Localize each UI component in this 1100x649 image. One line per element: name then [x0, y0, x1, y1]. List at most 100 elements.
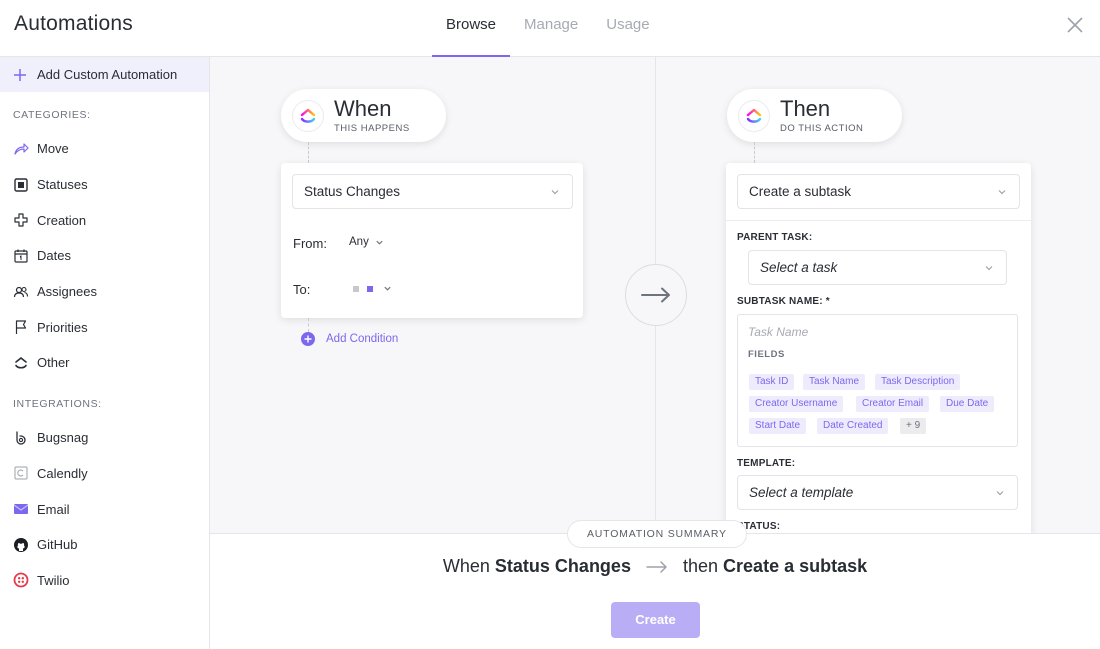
- summary-when-word: When: [442, 556, 490, 576]
- add-condition-button[interactable]: Add Condition: [301, 332, 398, 346]
- page-title: Automations: [14, 12, 133, 35]
- chevron-down-icon: [384, 286, 391, 291]
- subtask-name-label: SUBTASK NAME: *: [737, 296, 830, 307]
- sidebar-item-twilio[interactable]: Twilio: [0, 563, 209, 599]
- sidebar-item-email[interactable]: Email: [0, 491, 209, 527]
- automation-builder-canvas: When THIS HAPPENS Status Changes From: A…: [210, 57, 1100, 533]
- tab-browse[interactable]: Browse: [432, 0, 511, 57]
- field-chip-more[interactable]: + 9: [900, 418, 927, 434]
- connector-line: [308, 142, 309, 163]
- add-custom-automation-button[interactable]: Add Custom Automation: [0, 57, 209, 92]
- action-card: Create a subtask PARENT TASK: Select a t…: [726, 163, 1031, 533]
- field-chip-task-name[interactable]: Task Name: [803, 374, 866, 390]
- fields-label: FIELDS: [748, 349, 785, 360]
- tab-manage[interactable]: Manage: [510, 0, 592, 57]
- flow-arrow: [625, 264, 687, 326]
- sidebar-item-other[interactable]: Other: [0, 345, 209, 381]
- to-status-dropdown[interactable]: [353, 284, 392, 293]
- sidebar-item-label: Bugsnag: [37, 430, 89, 446]
- status-swatch-grey: [353, 285, 359, 292]
- sidebar-item-label: GitHub: [37, 537, 78, 553]
- chevron-down-icon: [998, 190, 1006, 195]
- trigger-select[interactable]: Status Changes: [292, 174, 573, 209]
- twilio-icon: [13, 572, 29, 588]
- sidebar-item-dates[interactable]: Dates: [0, 238, 209, 274]
- tab-bar: Browse Manage Usage: [432, 0, 664, 57]
- field-chip-task-description[interactable]: Task Description: [875, 374, 961, 390]
- template-label: TEMPLATE:: [737, 458, 796, 469]
- plus-circle-icon: [301, 332, 315, 346]
- connector-line: [308, 318, 309, 332]
- sidebar-item-label: Other: [37, 355, 70, 371]
- when-subtitle: THIS HAPPENS: [334, 122, 410, 134]
- sidebar-item-github[interactable]: GitHub: [0, 527, 209, 563]
- summary-text: When Status Changes then Create a subtas…: [210, 556, 1100, 577]
- add-custom-automation-label: Add Custom Automation: [37, 67, 178, 82]
- parent-task-select[interactable]: Select a task: [748, 250, 1007, 285]
- sidebar: Add Custom Automation CATEGORIES: Move S…: [0, 57, 210, 649]
- categories-heading: CATEGORIES:: [13, 109, 91, 121]
- trigger-select-value: Status Changes: [304, 184, 401, 199]
- from-status-dropdown[interactable]: Any: [349, 236, 384, 248]
- to-label: To:: [293, 282, 311, 297]
- automation-summary: AUTOMATION SUMMARY When Status Changes t…: [210, 520, 1100, 649]
- status-swatch-purple: [367, 285, 373, 292]
- action-select[interactable]: Create a subtask: [737, 174, 1020, 209]
- sidebar-item-assignees[interactable]: Assignees: [0, 274, 209, 310]
- close-icon: [1067, 17, 1083, 33]
- clickup-icon: [13, 355, 29, 371]
- clickup-logo-icon: [292, 99, 324, 132]
- sidebar-item-label: Move: [37, 141, 69, 157]
- header: Automations Browse Manage Usage: [0, 0, 1100, 57]
- field-chip-date-created[interactable]: Date Created: [817, 418, 889, 434]
- move-icon: [13, 141, 29, 157]
- connector-line: [754, 142, 755, 163]
- github-icon: [13, 537, 29, 553]
- from-value: Any: [349, 236, 369, 248]
- flag-icon: [13, 319, 29, 335]
- sidebar-item-calendly[interactable]: Calendly: [0, 456, 209, 492]
- parent-task-placeholder: Select a task: [760, 260, 838, 275]
- sidebar-item-label: Assignees: [37, 284, 97, 300]
- chevron-down-icon: [996, 491, 1004, 496]
- then-title: Then: [780, 95, 831, 121]
- sidebar-item-label: Calendly: [37, 465, 88, 481]
- summary-action: Create a subtask: [723, 556, 868, 576]
- field-chip-creator-username[interactable]: Creator Username: [749, 396, 844, 412]
- statuses-icon: [13, 177, 29, 193]
- then-header: Then DO THIS ACTION: [727, 89, 902, 142]
- sidebar-item-bugsnag[interactable]: Bugsnag: [0, 420, 209, 456]
- template-placeholder: Select a template: [749, 485, 854, 500]
- summary-then-word: then: [682, 556, 719, 576]
- sidebar-item-statuses[interactable]: Statuses: [0, 167, 209, 203]
- tab-usage[interactable]: Usage: [592, 0, 663, 57]
- sidebar-item-label: Email: [37, 501, 70, 517]
- field-chip-task-id[interactable]: Task ID: [749, 374, 795, 390]
- bugsnag-icon: [13, 430, 29, 446]
- create-button[interactable]: Create: [611, 602, 700, 638]
- field-chip-start-date[interactable]: Start Date: [749, 418, 807, 434]
- action-select-value: Create a subtask: [749, 184, 852, 199]
- template-select[interactable]: Select a template: [737, 475, 1018, 510]
- sidebar-item-label: Priorities: [37, 319, 88, 335]
- chevron-down-icon: [985, 266, 993, 271]
- arrow-right-icon: [641, 287, 670, 303]
- chevron-down-icon: [376, 240, 383, 245]
- summary-trigger: Status Changes: [494, 556, 631, 576]
- sidebar-item-move[interactable]: Move: [0, 131, 209, 167]
- summary-badge: AUTOMATION SUMMARY: [567, 520, 747, 548]
- email-icon: [13, 501, 29, 517]
- close-button[interactable]: [1064, 14, 1086, 36]
- sidebar-item-priorities[interactable]: Priorities: [0, 309, 209, 345]
- subtask-name-field[interactable]: Task Name FIELDS Task ID Task Name Task …: [737, 314, 1018, 447]
- clickup-logo-icon: [738, 99, 770, 132]
- sidebar-item-creation[interactable]: Creation: [0, 202, 209, 238]
- sidebar-item-label: Dates: [37, 248, 71, 264]
- sidebar-item-label: Twilio: [37, 572, 70, 588]
- parent-task-label: PARENT TASK:: [737, 232, 813, 243]
- task-name-placeholder: Task Name: [748, 325, 809, 339]
- calendar-icon: [13, 248, 29, 264]
- field-chip-creator-email[interactable]: Creator Email: [856, 396, 930, 412]
- field-chip-due-date[interactable]: Due Date: [940, 396, 995, 412]
- from-label: From:: [293, 236, 327, 251]
